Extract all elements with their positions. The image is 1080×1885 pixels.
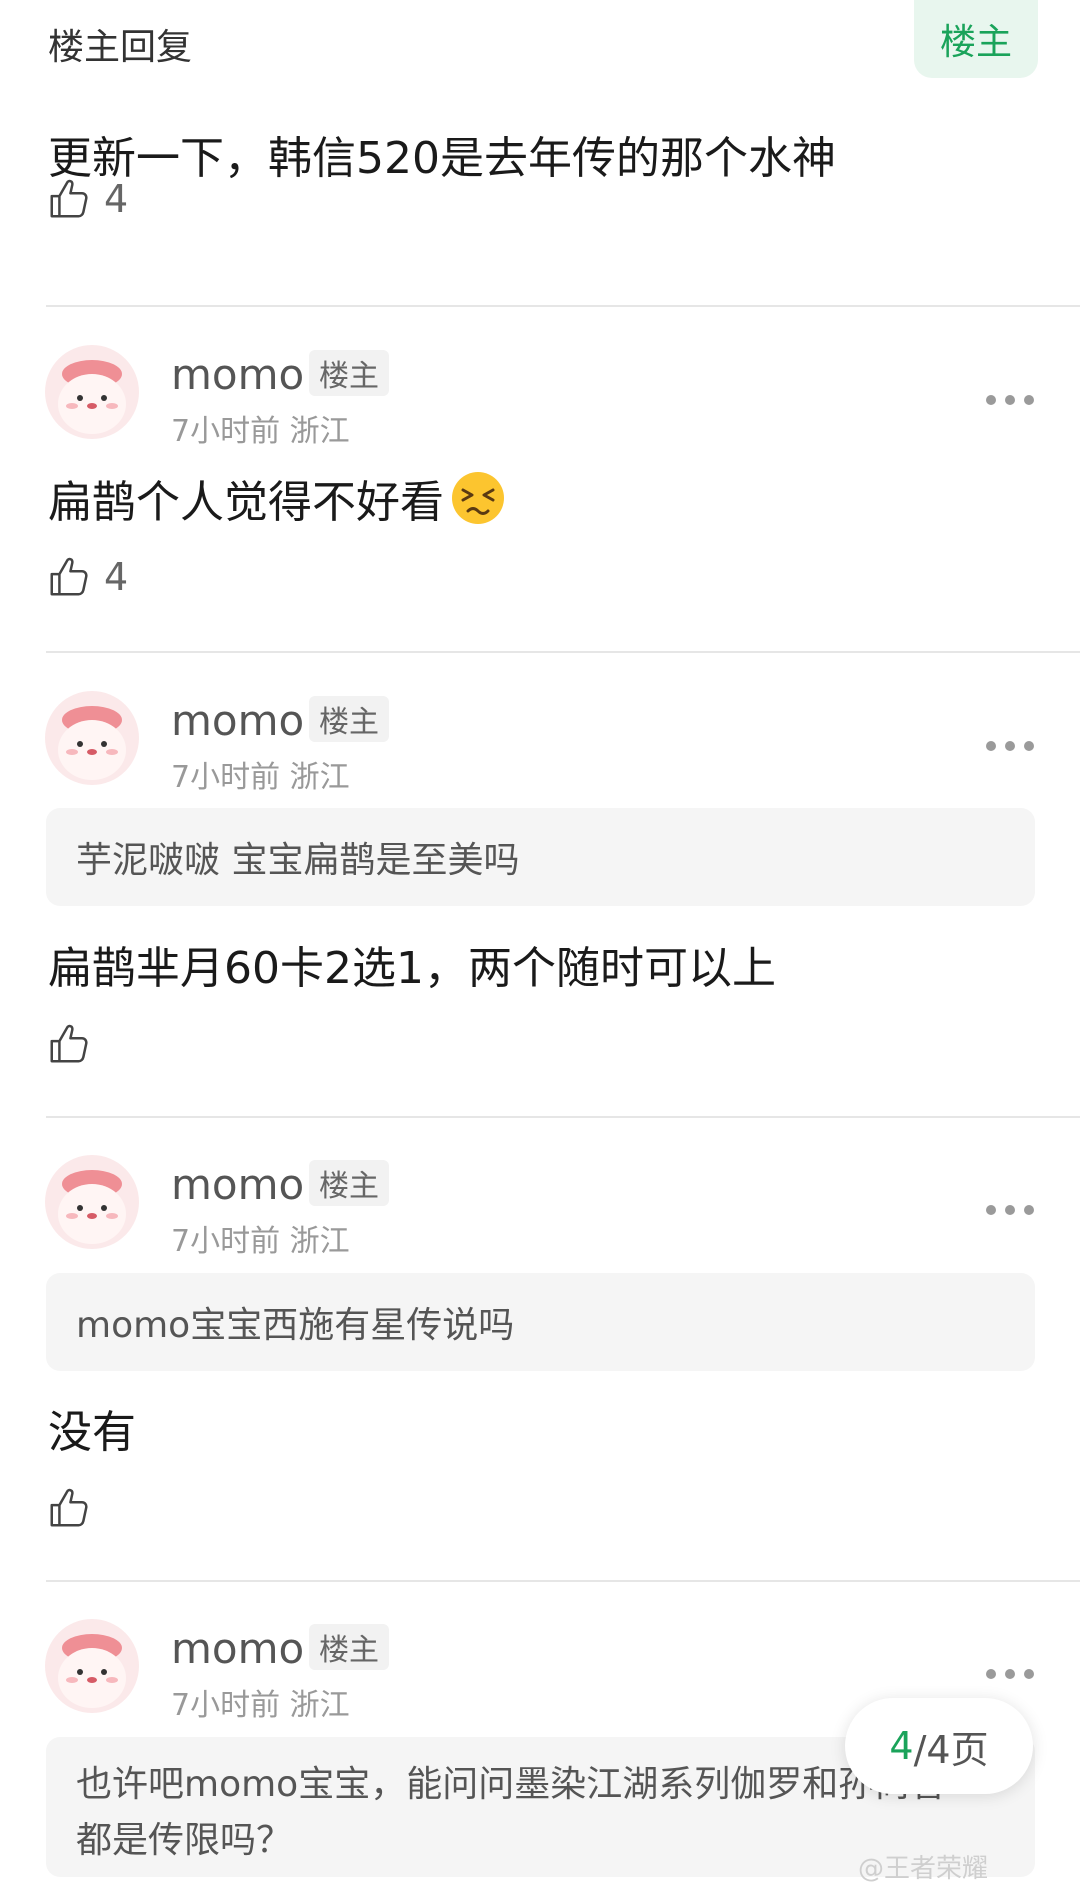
like-button[interactable] bbox=[46, 1019, 92, 1069]
comment-content: 扁鹊芈月60卡2选1，两个随时可以上 bbox=[48, 943, 776, 994]
like-button[interactable]: 4 bbox=[46, 174, 128, 224]
persevering-face-icon bbox=[452, 472, 504, 524]
page-indicator[interactable]: 4 /4页 bbox=[845, 1698, 1033, 1794]
op-tag: 楼主 bbox=[309, 1624, 389, 1670]
page-title: 楼主回复 bbox=[48, 27, 193, 68]
comment-meta: 7小时前 浙江 bbox=[171, 752, 350, 796]
quoted-reply[interactable]: 芋泥啵啵 宝宝扁鹊是至美吗 bbox=[46, 808, 1035, 906]
header: 楼主回复 楼主 bbox=[0, 0, 1080, 80]
comment-time: 7小时前 bbox=[171, 760, 281, 795]
username[interactable]: momo bbox=[171, 1624, 304, 1673]
comment-location: 浙江 bbox=[289, 760, 350, 795]
more-options-icon[interactable] bbox=[986, 390, 1034, 410]
reply-content: 更新一下，韩信520是去年传的那个水神 bbox=[48, 133, 836, 184]
thumbs-up-icon bbox=[50, 557, 88, 596]
op-filter-button[interactable]: 楼主 bbox=[914, 0, 1038, 78]
total-pages: /4页 bbox=[913, 1727, 989, 1772]
comment-time: 7小时前 bbox=[171, 414, 281, 449]
thumbs-up-icon bbox=[50, 179, 88, 218]
more-options-icon[interactable] bbox=[986, 736, 1034, 756]
quoted-reply-line: 也许吧momo宝宝，能问问墨染江湖系列伽罗和孙尚香 bbox=[76, 1764, 947, 1805]
comment-location: 浙江 bbox=[289, 414, 350, 449]
username[interactable]: momo bbox=[171, 350, 304, 399]
comment-meta: 7小时前 浙江 bbox=[171, 1216, 350, 1260]
op-tag: 楼主 bbox=[309, 1160, 389, 1206]
comment-location: 浙江 bbox=[289, 1224, 350, 1259]
thumbs-up-icon bbox=[50, 1024, 88, 1063]
watermark: @王者荣耀 bbox=[858, 1854, 989, 1884]
comment-meta: 7小时前 浙江 bbox=[171, 406, 350, 450]
like-button[interactable]: 4 bbox=[46, 552, 128, 602]
avatar[interactable] bbox=[44, 1618, 140, 1714]
like-count: 4 bbox=[104, 555, 129, 599]
divider bbox=[46, 305, 1080, 307]
comment-meta: 7小时前 浙江 bbox=[171, 1680, 350, 1724]
quoted-reply[interactable]: momo宝宝西施有星传说吗 bbox=[46, 1273, 1035, 1371]
more-options-icon[interactable] bbox=[986, 1664, 1034, 1684]
comment-content: 没有 bbox=[48, 1407, 136, 1458]
avatar[interactable] bbox=[44, 690, 140, 786]
comment-time: 7小时前 bbox=[171, 1688, 281, 1723]
comment-text: 扁鹊个人觉得不好看 bbox=[48, 477, 444, 528]
more-options-icon[interactable] bbox=[986, 1200, 1034, 1220]
divider bbox=[46, 651, 1080, 653]
comment-content: 扁鹊个人觉得不好看 bbox=[48, 466, 506, 530]
op-tag: 楼主 bbox=[309, 350, 389, 396]
current-page: 4 bbox=[889, 1724, 914, 1768]
username[interactable]: momo bbox=[171, 1160, 304, 1209]
like-button[interactable] bbox=[46, 1483, 92, 1533]
divider bbox=[46, 1580, 1080, 1582]
quoted-reply-line: 都是传限吗？ bbox=[76, 1820, 293, 1861]
avatar[interactable] bbox=[44, 344, 140, 440]
like-count: 4 bbox=[104, 177, 129, 221]
comment-time: 7小时前 bbox=[171, 1224, 281, 1259]
op-tag: 楼主 bbox=[309, 696, 389, 742]
thumbs-up-icon bbox=[50, 1488, 88, 1527]
avatar[interactable] bbox=[44, 1154, 140, 1250]
divider bbox=[46, 1116, 1080, 1118]
comment-location: 浙江 bbox=[289, 1688, 350, 1723]
username[interactable]: momo bbox=[171, 696, 304, 745]
